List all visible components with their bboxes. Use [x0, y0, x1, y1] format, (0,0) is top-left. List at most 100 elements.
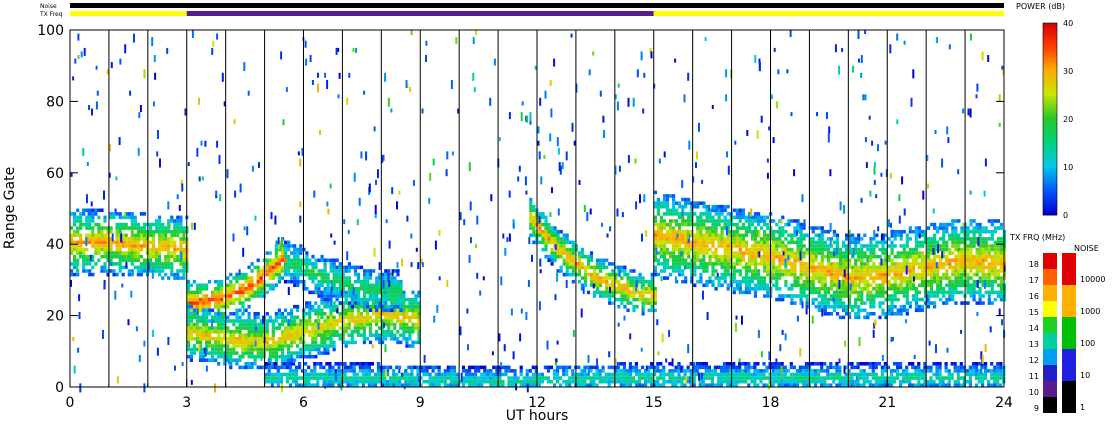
echo-cell — [598, 369, 602, 373]
echo-cell — [158, 226, 162, 230]
echo-cell — [428, 376, 432, 380]
echo-cell — [332, 279, 336, 284]
echo-cell — [198, 333, 203, 337]
echo-cell — [778, 226, 782, 230]
echo-cell — [76, 215, 80, 220]
echo-cell — [875, 269, 879, 273]
echo-cell — [829, 294, 833, 298]
echo-cell — [541, 247, 545, 252]
echo-cell — [705, 215, 709, 220]
echo-cell — [811, 301, 815, 305]
echo-cell — [811, 247, 815, 252]
echo-cell — [805, 283, 809, 288]
echo-cell — [805, 276, 809, 280]
echo-cell — [811, 265, 815, 270]
echo-cell — [990, 219, 994, 223]
echo-cell — [290, 322, 294, 327]
echo-cell — [787, 272, 791, 277]
echo-cell — [778, 233, 782, 238]
echo-cell — [926, 269, 931, 273]
echo-cell — [280, 251, 285, 255]
echo-cell — [905, 276, 909, 280]
echo-cell — [296, 308, 300, 313]
echo-cell — [155, 258, 159, 263]
echo-cell — [139, 265, 143, 270]
echo-cell — [405, 312, 409, 316]
echo-cell — [978, 254, 982, 259]
echo-cell — [155, 254, 159, 259]
echo-cell — [332, 347, 336, 352]
echo-cell — [220, 337, 224, 341]
echo-cell — [293, 247, 297, 252]
echo-cell — [999, 240, 1003, 245]
echo-cell — [926, 258, 931, 263]
echo-cell — [133, 222, 137, 227]
echo-cell — [434, 376, 438, 380]
echo-cell — [778, 254, 782, 259]
echo-cell — [393, 290, 397, 295]
echo-cell — [887, 294, 891, 298]
echo-cell — [214, 315, 218, 320]
echo-cell — [290, 258, 294, 263]
echo-cell — [750, 233, 755, 238]
echo-cell — [293, 329, 297, 334]
echo-cell — [256, 326, 260, 330]
echo-cell — [696, 240, 700, 245]
echo-cell — [586, 262, 591, 266]
echo-cell — [678, 212, 682, 216]
echo-cell — [817, 247, 821, 252]
echo-cell — [942, 240, 946, 245]
echo-cell — [601, 376, 605, 380]
echo-cell — [760, 276, 764, 280]
echo-cell — [316, 362, 320, 366]
echo-cell — [605, 276, 609, 280]
echo-cell — [413, 376, 417, 380]
echo-cell — [939, 297, 943, 302]
echo-cell — [954, 276, 958, 280]
echo-cell — [936, 254, 940, 259]
echo-cell — [960, 226, 964, 230]
echo-cell — [869, 258, 873, 263]
echo-cell — [629, 301, 633, 305]
echo-cell — [775, 244, 779, 248]
echo-cell — [371, 308, 376, 313]
echo-cell — [577, 265, 581, 270]
echo-cell — [744, 287, 748, 291]
echo-cell — [247, 329, 251, 334]
echo-cell — [355, 376, 359, 380]
echo-cell — [367, 369, 371, 373]
echo-cell — [832, 262, 836, 266]
echo-cell — [589, 276, 594, 280]
echo-cell — [229, 279, 233, 284]
echo-cell — [951, 240, 955, 245]
echo-cell — [226, 301, 230, 305]
echo-cell — [241, 326, 245, 330]
echo-cell — [279, 372, 283, 377]
echo-cell — [273, 372, 277, 377]
echo-cell — [161, 233, 165, 238]
echo-cell — [820, 258, 824, 263]
echo-cell — [362, 322, 366, 327]
echo-cell — [347, 340, 351, 345]
echo-cell — [253, 312, 257, 316]
echo-cell — [384, 333, 388, 337]
echo-cell — [189, 326, 193, 330]
echo-cell — [85, 258, 89, 263]
echo-cell — [945, 276, 949, 280]
echo-cell — [543, 365, 547, 370]
echo-cell — [684, 251, 688, 255]
echo-cell — [984, 229, 988, 234]
echo-cell — [170, 251, 174, 255]
echo-cell — [195, 337, 200, 341]
echo-cell — [993, 262, 997, 266]
echo-cell — [201, 312, 206, 316]
echo-cell — [136, 222, 140, 227]
echo-cell — [933, 294, 937, 298]
echo-cell — [265, 337, 269, 341]
echo-cell — [835, 301, 840, 305]
echo-cell — [186, 287, 190, 291]
echo-cell — [820, 251, 824, 255]
echo-cell — [390, 290, 394, 295]
echo-cell — [987, 244, 991, 248]
echo-cell — [314, 329, 318, 334]
